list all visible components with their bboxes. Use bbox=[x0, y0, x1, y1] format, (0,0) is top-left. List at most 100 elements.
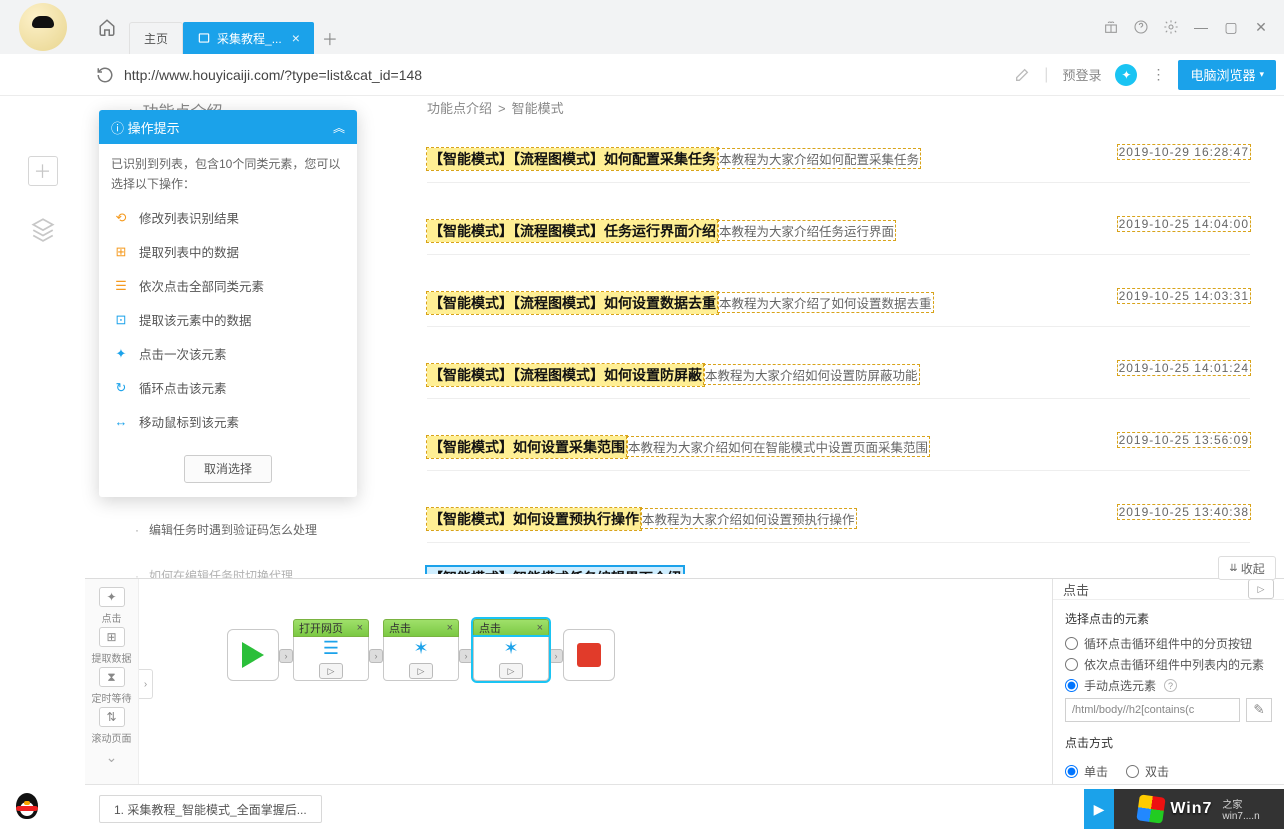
article-row: 【智能模式】【流程图模式】如何配置采集任务 2019-10-29 16:28:47… bbox=[427, 135, 1250, 183]
app-avatar bbox=[0, 0, 85, 54]
xpath-edit-button[interactable]: ✎ bbox=[1246, 698, 1272, 722]
article-desc: 本教程为大家介绍了如何设置数据去重 bbox=[718, 293, 933, 312]
help-icon[interactable] bbox=[1132, 18, 1150, 36]
article-desc: 本教程为大家介绍任务运行界面 bbox=[718, 221, 895, 240]
more-tools-icon[interactable]: ⌄ bbox=[106, 749, 118, 766]
tool-extract[interactable]: ⊞提取数据 bbox=[92, 627, 132, 665]
hint-item[interactable]: ↻循环点击该元素 bbox=[99, 371, 357, 405]
hint-item[interactable]: ✦点击一次该元素 bbox=[99, 337, 357, 371]
left-column: ▸ 功能点介绍 ⓘ 操作提示 ︽ 已识别到列表，包含10个同类元素，您可以选择以… bbox=[85, 96, 385, 574]
assist-icon[interactable]: ✦ bbox=[1115, 64, 1137, 86]
radio-manual[interactable]: 手动点选元素? bbox=[1065, 677, 1272, 694]
article-title[interactable]: 【智能模式】【流程图模式】如何设置数据去重 bbox=[427, 292, 718, 314]
new-tab-button[interactable]: ＋ bbox=[314, 22, 346, 54]
article-desc: 本教程为大家介绍如何配置采集任务 bbox=[718, 149, 920, 168]
cancel-selection-button[interactable]: 取消选择 bbox=[184, 455, 272, 483]
tab-label: 采集教程_... bbox=[217, 30, 282, 47]
footer-task-tab[interactable]: 1. 采集教程_智能模式_全面掌握后... bbox=[99, 795, 322, 823]
hint-item[interactable]: ↔移动鼠标到该元素 bbox=[99, 405, 357, 439]
props-section-label: 点击方式 bbox=[1065, 734, 1272, 751]
left-rail: ＋ bbox=[0, 96, 85, 244]
url-input[interactable] bbox=[124, 61, 1004, 89]
article-title[interactable]: 【智能模式】【流程图模式】任务运行界面介绍 bbox=[427, 220, 718, 242]
hint-item[interactable]: ⊡提取该元素中的数据 bbox=[99, 303, 357, 337]
title-bar: 主页 采集教程_... × ＋ — ▢ ✕ bbox=[0, 0, 1284, 54]
article-date: 2019-10-25 13:40:38 bbox=[1118, 505, 1250, 519]
action-hints-popover: ⓘ 操作提示 ︽ 已识别到列表，包含10个同类元素，您可以选择以下操作： ⟲修改… bbox=[99, 110, 357, 497]
hint-item[interactable]: ⟲修改列表识别结果 bbox=[99, 201, 357, 235]
tab-home[interactable]: 主页 bbox=[129, 22, 183, 54]
flow-node-open[interactable]: 打开网页× ☰▷ bbox=[293, 619, 369, 681]
article-desc: 本教程为大家介绍如何设置防屏蔽功能 bbox=[704, 365, 919, 384]
radio-loop-list[interactable]: 依次点击循环组件中列表内的元素 bbox=[1065, 656, 1272, 673]
article-row: 【智能模式】【流程图模式】如何设置防屏蔽2019-10-25 14:01:24本… bbox=[427, 351, 1250, 399]
properties-panel: 点击 ▷ 选择点击的元素 循环点击循环组件中的分页按钮 依次点击循环组件中列表内… bbox=[1052, 579, 1284, 784]
close-tab-icon[interactable]: × bbox=[292, 30, 300, 46]
browser-btn-label: 电脑浏览器 bbox=[1190, 65, 1255, 84]
article-row: 【智能模式】【流程图模式】任务运行界面介绍 2019-10-25 14:04:00… bbox=[427, 207, 1250, 255]
flow-start-node[interactable] bbox=[227, 629, 279, 681]
collapse-popover-icon[interactable]: ︽ bbox=[333, 119, 345, 136]
radio-double-click[interactable]: 双击 bbox=[1126, 763, 1169, 780]
props-title: 点击 bbox=[1063, 580, 1089, 599]
article-title[interactable]: 【智能模式】【流程图模式】如何设置防屏蔽 bbox=[427, 364, 704, 386]
settings-icon[interactable] bbox=[1162, 18, 1180, 36]
edit-icon[interactable] bbox=[1014, 67, 1030, 83]
collapse-panel-button[interactable]: ⇊收起 bbox=[1218, 556, 1276, 580]
more-menu-icon[interactable]: ⋮ bbox=[1151, 66, 1164, 83]
watermark: Win7之家win7....n bbox=[1114, 789, 1284, 829]
qq-icon[interactable] bbox=[16, 793, 42, 823]
popover-header[interactable]: ⓘ 操作提示 ︽ bbox=[99, 110, 357, 144]
flow-node-click-2[interactable]: 点击× ✶▷ bbox=[473, 619, 549, 681]
article-row: 【智能模式】如何设置预执行操作 2019-10-25 13:40:38 本教程为大家… bbox=[427, 495, 1250, 543]
gift-icon[interactable] bbox=[1102, 18, 1120, 36]
crumb-link[interactable]: 功能点介绍 bbox=[427, 101, 492, 116]
tab-label: 主页 bbox=[144, 30, 168, 47]
browser-select-button[interactable]: 电脑浏览器▾ bbox=[1178, 60, 1276, 90]
flow-node-click-1[interactable]: 点击× ✶▷ bbox=[383, 619, 459, 681]
article-row: 【智能模式】智能模式任务编辑界面介绍2019-10-12 15:06:24 bbox=[427, 567, 1250, 574]
xpath-input[interactable] bbox=[1065, 698, 1240, 722]
flow-panel: ✦点击 ⊞提取数据 ⧗定时等待 ⇅滚动页面 ⌄ › › 打开网页× ☰▷ › 点… bbox=[85, 578, 1284, 784]
prelogin-link[interactable]: 预登录 bbox=[1062, 65, 1101, 84]
article-date: 2019-10-25 14:04:00 bbox=[1118, 217, 1250, 231]
article-title[interactable]: 【智能模式】【流程图模式】如何配置采集任务 bbox=[427, 148, 718, 170]
rail-new-icon[interactable]: ＋ bbox=[28, 156, 58, 186]
article-date: 2019-10-29 16:28:47 bbox=[1118, 145, 1250, 159]
popover-title: 操作提示 bbox=[128, 118, 180, 137]
article-desc: 本教程为大家介绍如何在智能模式中设置页面采集范围 bbox=[627, 437, 929, 456]
popover-subtitle: 已识别到列表，包含10个同类元素，您可以选择以下操作： bbox=[99, 144, 357, 199]
rail-layers-icon[interactable] bbox=[28, 214, 58, 244]
tool-scroll[interactable]: ⇅滚动页面 bbox=[92, 707, 132, 745]
hint-item[interactable]: ☰依次点击全部同类元素 bbox=[99, 269, 357, 303]
radio-single-click[interactable]: 单击 bbox=[1065, 763, 1108, 780]
window-controls: — ▢ ✕ bbox=[1088, 0, 1284, 54]
article-title[interactable]: 【智能模式】如何设置预执行操作 bbox=[427, 508, 641, 530]
crumb-link[interactable]: 智能模式 bbox=[512, 101, 564, 116]
sidebar-item[interactable]: 编辑任务时遇到验证码怎么处理 bbox=[135, 518, 374, 542]
article-row: 【智能模式】【流程图模式】如何设置数据去重2019-10-25 14:03:31… bbox=[427, 279, 1250, 327]
article-title[interactable]: 【智能模式】如何设置采集范围 bbox=[427, 436, 627, 458]
address-bar: | 预登录 ✦ ⋮ 电脑浏览器▾ bbox=[0, 54, 1284, 96]
tab-active[interactable]: 采集教程_... × bbox=[183, 22, 314, 54]
flow-canvas[interactable]: › 打开网页× ☰▷ › 点击× ✶▷ › 点击× ✶▷ › bbox=[139, 579, 1052, 784]
tool-wait[interactable]: ⧗定时等待 bbox=[92, 667, 132, 705]
flow-end-node[interactable] bbox=[563, 629, 615, 681]
hint-item[interactable]: ⊞提取列表中的数据 bbox=[99, 235, 357, 269]
article-list: 功能点介绍>智能模式 【智能模式】【流程图模式】如何配置采集任务 2019-10-… bbox=[385, 96, 1284, 574]
home-icon[interactable] bbox=[85, 0, 129, 54]
window-icon bbox=[197, 31, 211, 45]
breadcrumb: 功能点介绍>智能模式 bbox=[427, 98, 1250, 117]
article-row: 【智能模式】如何设置采集范围2019-10-25 13:56:09本教程为大家介… bbox=[427, 423, 1250, 471]
article-title[interactable]: 【智能模式】智能模式任务编辑界面介绍 bbox=[427, 567, 683, 574]
maximize-icon[interactable]: ▢ bbox=[1222, 18, 1240, 36]
close-icon[interactable]: ✕ bbox=[1252, 18, 1270, 36]
article-desc: 本教程为大家介绍如何设置预执行操作 bbox=[641, 509, 856, 528]
refresh-icon[interactable] bbox=[96, 66, 114, 84]
minimize-icon[interactable]: — bbox=[1192, 18, 1210, 36]
radio-loop-pager[interactable]: 循环点击循环组件中的分页按钮 bbox=[1065, 635, 1272, 652]
run-button[interactable]: ▶ bbox=[1084, 789, 1114, 829]
tool-click[interactable]: ✦点击 bbox=[99, 587, 125, 625]
footer-bar: 1. 采集教程_智能模式_全面掌握后... ▶ Win7之家win7....n bbox=[85, 784, 1284, 833]
run-step-icon[interactable]: ▷ bbox=[1248, 579, 1274, 599]
